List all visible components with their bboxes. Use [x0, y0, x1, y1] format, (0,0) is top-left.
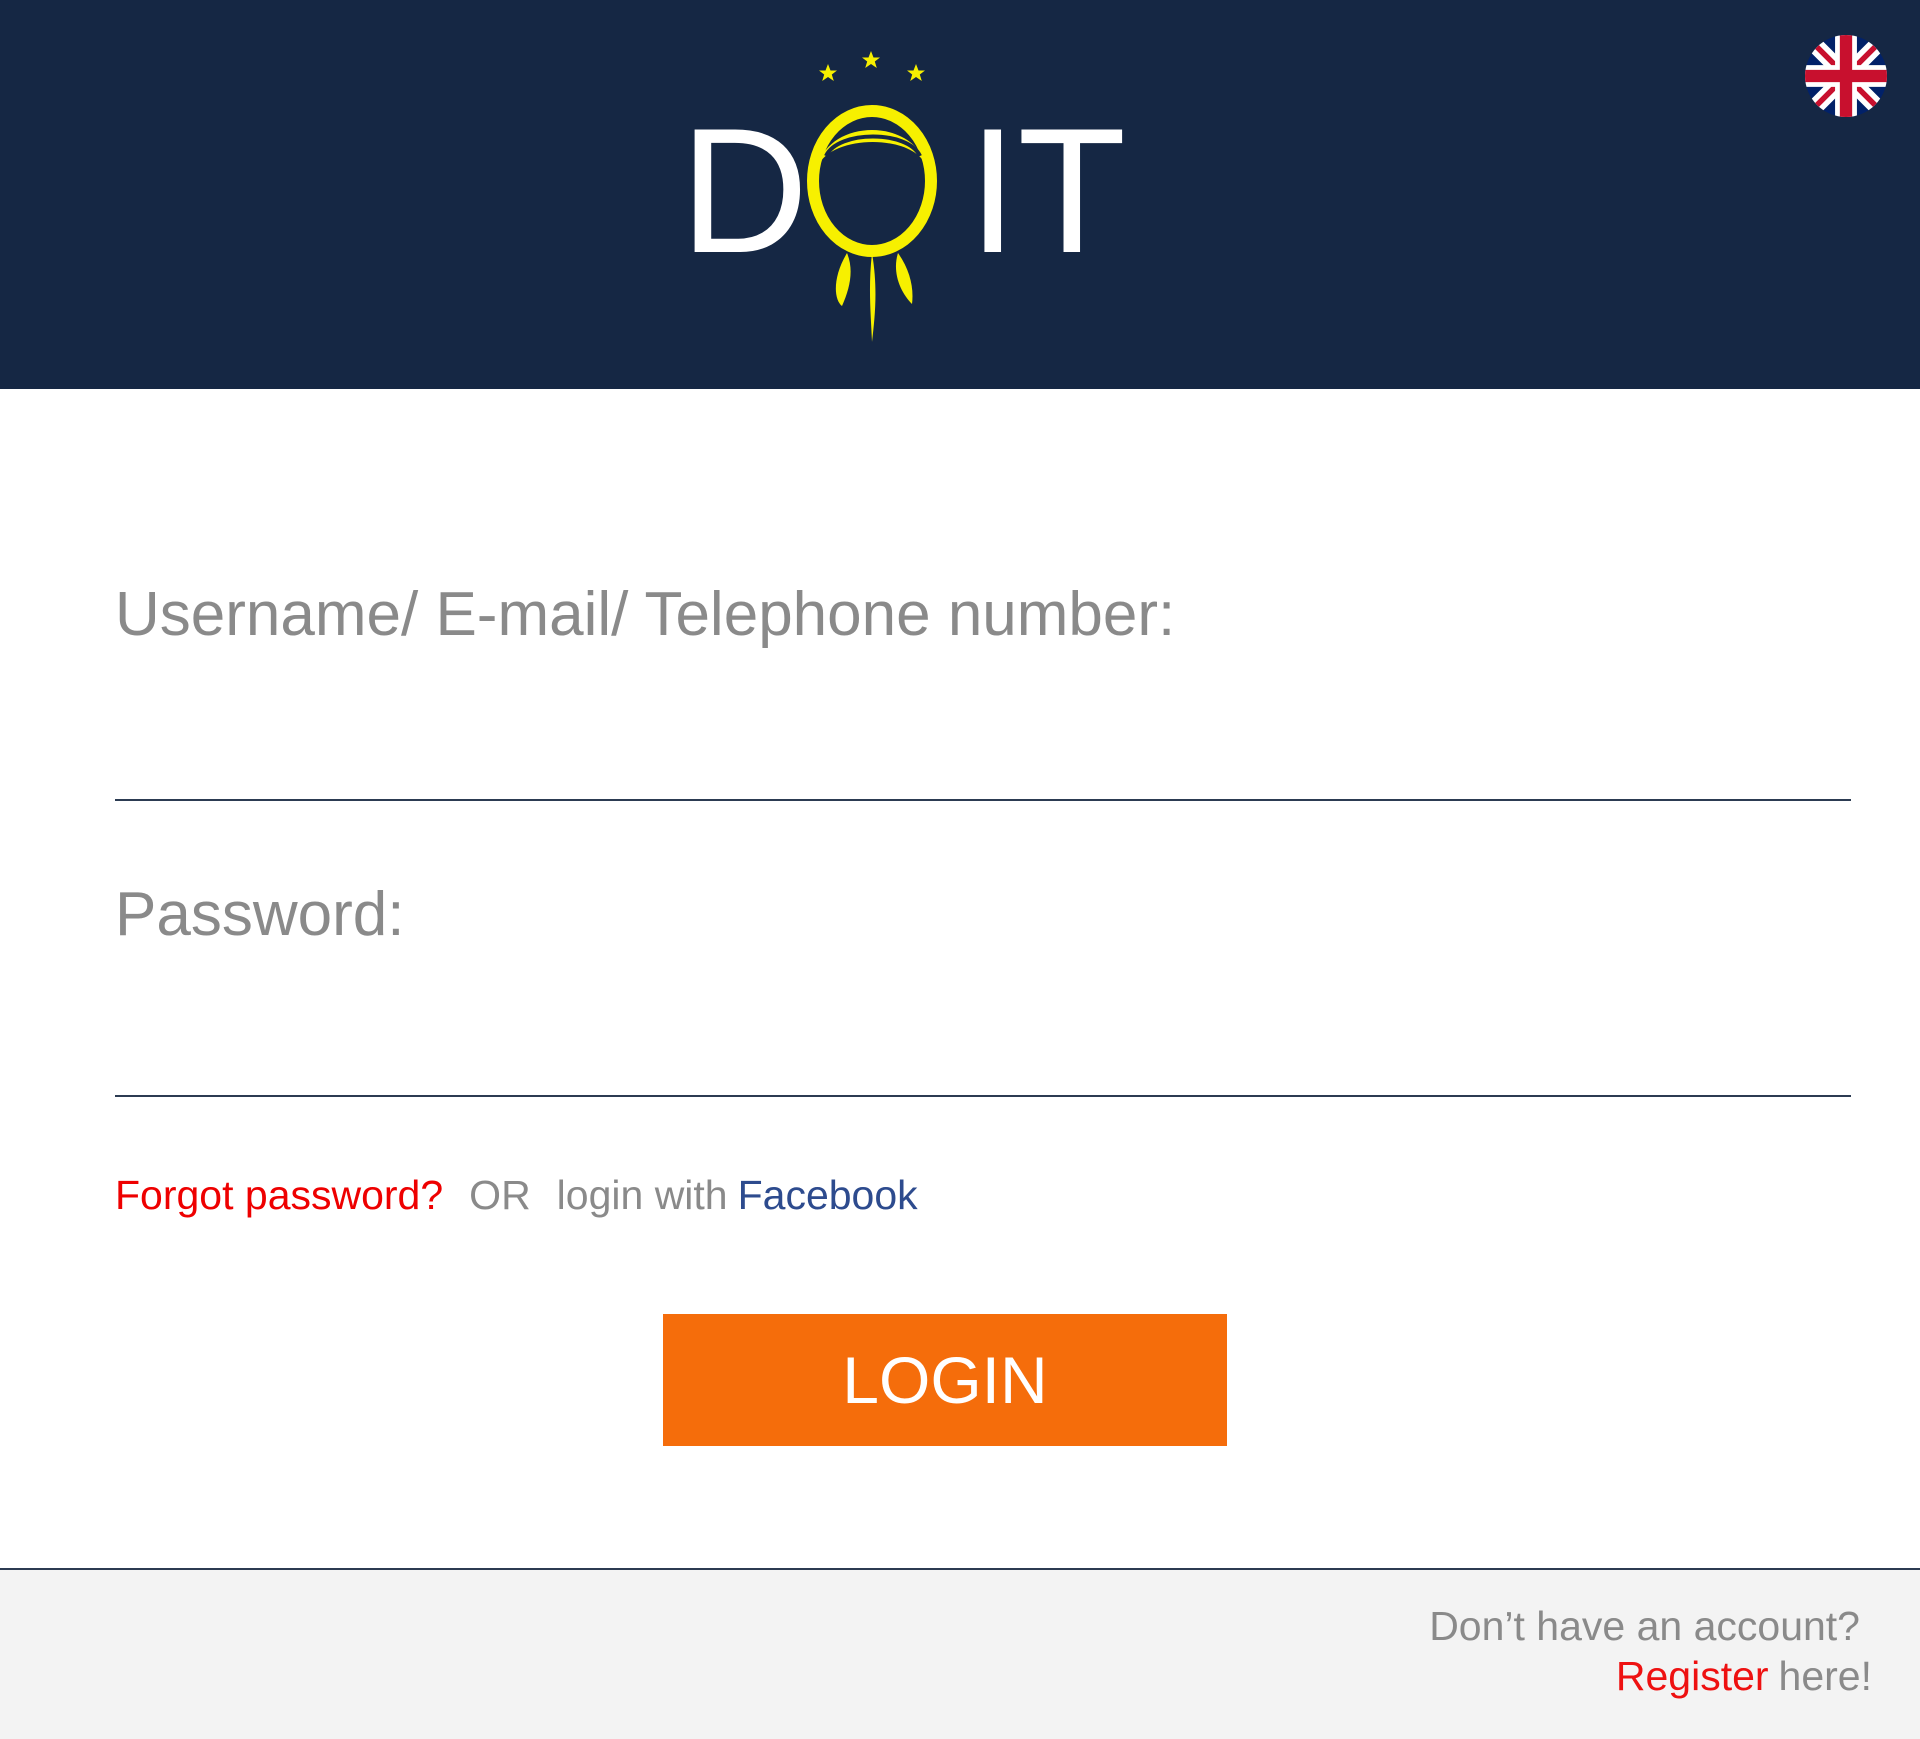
facebook-login-link[interactable]: Facebook: [738, 1172, 918, 1218]
username-label: Username/ E-mail/ Telephone number:: [115, 580, 1176, 649]
or-separator: OR: [469, 1172, 531, 1218]
logo-letters-it: IT: [968, 91, 1127, 290]
doit-logo: D IT: [680, 48, 1140, 348]
language-selector[interactable]: [1805, 35, 1887, 117]
no-account-text: Don’t have an account?: [1429, 1603, 1860, 1649]
login-with-text: login with: [556, 1172, 728, 1218]
uk-flag-icon: [1805, 35, 1887, 117]
register-link[interactable]: Register: [1616, 1653, 1769, 1699]
register-here-text: here!: [1778, 1653, 1872, 1699]
logo-emblem-icon: [807, 51, 937, 342]
register-row: Register here!: [1616, 1656, 1872, 1697]
app-header: D IT: [0, 0, 1920, 389]
forgot-password-link[interactable]: Forgot password?: [115, 1172, 443, 1218]
password-label: Password:: [115, 880, 405, 949]
password-input[interactable]: [115, 1007, 1851, 1097]
logo-letter-d: D: [680, 91, 809, 290]
auth-links-row: Forgot password? OR login with Facebook: [115, 1175, 918, 1216]
login-screen: D IT Username/ E-mail/ Telephone number:…: [0, 0, 1920, 1739]
username-input[interactable]: [115, 711, 1851, 801]
login-button[interactable]: LOGIN: [663, 1314, 1227, 1446]
app-footer: Don’t have an account? Register here!: [0, 1568, 1920, 1739]
